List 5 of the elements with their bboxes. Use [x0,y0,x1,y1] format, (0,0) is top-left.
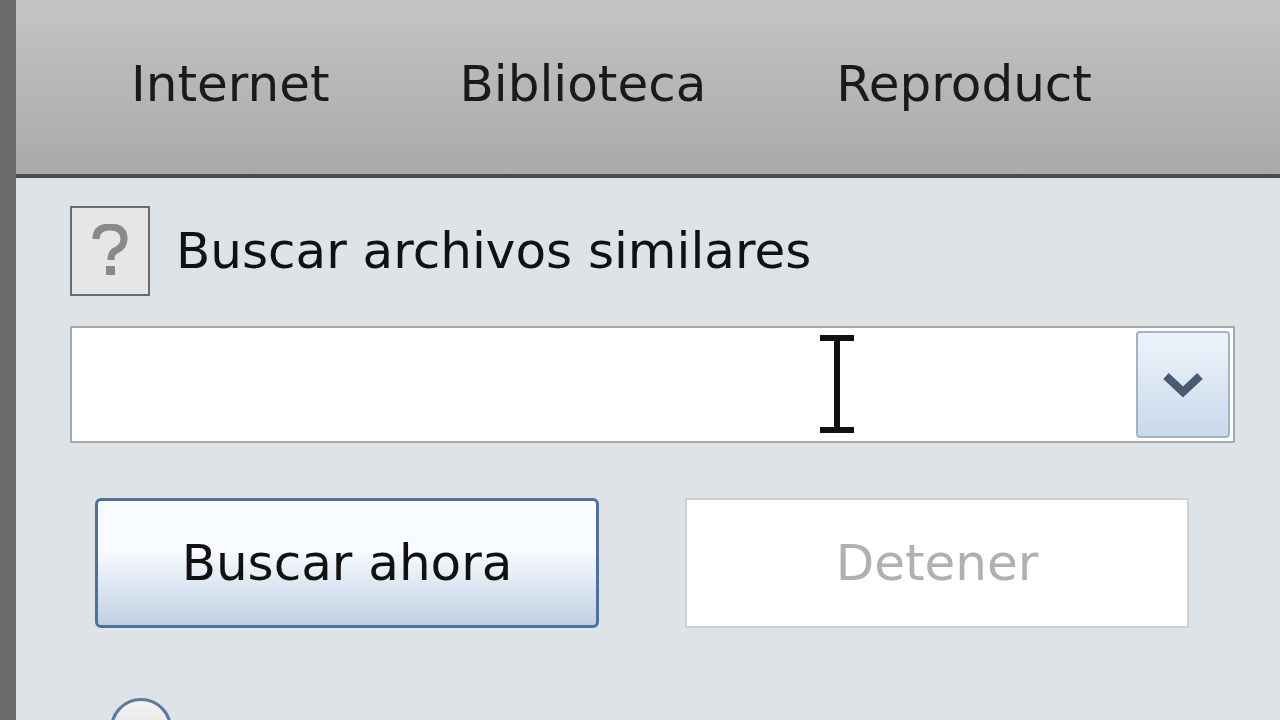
search-button[interactable]: Buscar ahora [95,498,599,628]
tab[interactable]: Internet [131,47,460,122]
tab[interactable]: Biblioteca [459,47,837,122]
tab[interactable]: Reproduct [836,47,1222,122]
section-title: Buscar archivos similares [176,220,812,282]
